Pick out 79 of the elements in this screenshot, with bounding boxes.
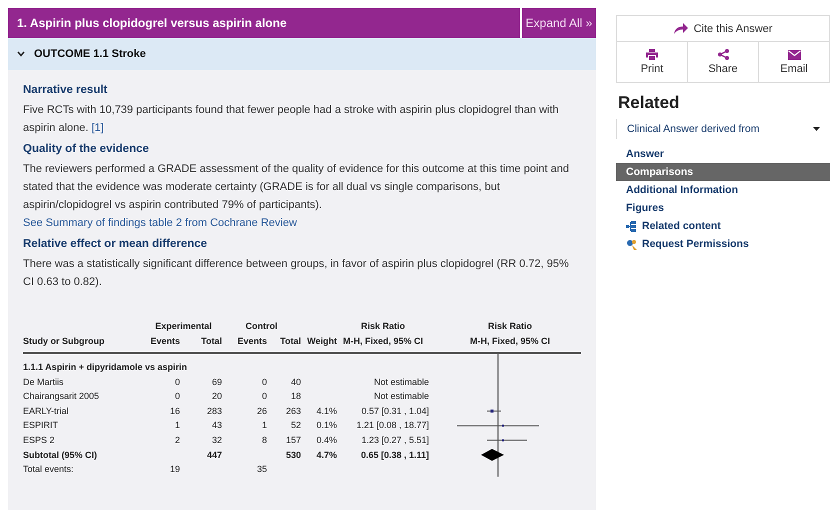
table-cell-text: 69 (210, 376, 222, 389)
section-title: 1. Aspirin plus clopidogrel versus aspirin alone (16, 15, 288, 32)
share-icon (718, 49, 728, 60)
column-header: Total (279, 336, 301, 346)
table-cell-text: 40 (290, 376, 301, 389)
column-group-header: Experimental (154, 321, 213, 331)
table-cell-text: 43 (210, 419, 222, 432)
table-cell-text: 2 (174, 434, 180, 447)
chevron-icon (17, 51, 25, 57)
study-name: Total events: (23, 463, 75, 476)
study-name: Subtotal (95% CI) (23, 448, 98, 462)
table-cell-text: 19 (168, 463, 180, 476)
study-name: EARLY-trial (23, 404, 70, 418)
table-cell-text: 1 (260, 419, 267, 432)
table-cell-text: 0.1% (315, 419, 337, 432)
reference-link[interactable]: [1] (92, 122, 104, 134)
printer-icon (646, 49, 658, 60)
table-cell-text: 20 (210, 390, 222, 404)
study-name: Chairangsarit 2005 (23, 390, 100, 404)
table-cell-text: 26 (256, 404, 267, 418)
nav-link[interactable]: Related content (616, 217, 830, 235)
table-cell-text: 32 (210, 434, 222, 447)
column-group-header: Risk Ratio (360, 321, 406, 331)
column-header: Total (200, 336, 222, 346)
nav-link[interactable]: Comparisons (616, 163, 830, 181)
table-cell-text: 263 (284, 404, 301, 418)
section-heading: Quality of the evidence (23, 143, 150, 155)
table-cell-text: 8 (260, 434, 267, 447)
table-cell-text: 1.21 [0.08 , 18.77] (355, 419, 429, 432)
table-cell-text: 0 (260, 390, 267, 404)
section-heading: Relative effect or mean difference (23, 238, 208, 250)
subgroup-heading: 1.1.1 Aspirin + dipyridamole vs aspirin (23, 361, 188, 374)
table-cell-text: 447 (206, 448, 222, 462)
table-cell-text: 157 (284, 434, 301, 447)
study-name: ESPS 2 (23, 434, 56, 447)
table-cell-text: 35 (256, 463, 267, 476)
hierarchy-icon (626, 220, 637, 232)
paragraph-text: There was a statistically significant difference between groups, in favor of aspirin plus clopidogrel (RR 0.72, 95% CI 0.63 to 0.82). (23, 257, 570, 290)
table-cell-text: 530 (284, 448, 301, 462)
paragraph-text: The reviewers performed a GRADE assessment of the quality of evidence for this outcome at this time point and stated that the evidence was moderate certainty (GRADE is for all dual vs single comparisons, but aspirin/clopidogrel vs aspirin contributed 79% of participants). See Summary of findings table 2 from Cochrane Review (23, 162, 570, 231)
section-heading: Narrative result (23, 84, 108, 96)
table-cell-text: 0.57 [0.31 , 1.04] (360, 404, 429, 418)
caret-icon (813, 127, 820, 131)
table-cell-text: 1 (174, 419, 180, 432)
table-cell-text: Not estimable (372, 390, 429, 404)
column-header: M-H, Fixed, 95% CI (468, 336, 551, 346)
table-cell-text: 0 (260, 376, 267, 389)
column-group-header: Control (244, 321, 278, 331)
envelope-icon (788, 50, 800, 60)
share-arrow-icon (674, 23, 688, 34)
column-header: Events (149, 336, 180, 346)
column-header: Study or Subgroup (23, 336, 106, 346)
table-cell-text: 0 (174, 390, 180, 404)
outcome-toggle[interactable]: OUTCOME 1.1 Stroke (17, 48, 146, 60)
column-header: Weight (306, 336, 337, 346)
table-cell-text: 52 (290, 419, 301, 432)
table-cell-text: 283 (206, 404, 222, 418)
table-cell-text: 18 (290, 390, 301, 404)
table-cell-text: 4.1% (315, 404, 337, 418)
permissions-icon (626, 238, 637, 250)
column-header: Events (236, 336, 267, 346)
table-cell-text: 0.65 [0.38 , 1.11] (360, 448, 429, 462)
reference-link[interactable]: See Summary of findings table 2 from Cochrane Review (23, 217, 297, 229)
nav-link[interactable]: Answer (616, 145, 830, 163)
table-cell-text: 1.23 [0.27 , 5.51] (360, 434, 429, 447)
study-name: ESPIRIT (23, 419, 60, 432)
column-header: M-H, Fixed, 95% CI (342, 336, 424, 346)
table-cell-text: 0.4% (315, 434, 337, 447)
nav-link[interactable]: Additional Information (616, 181, 830, 199)
column-group-header: Risk Ratio (486, 321, 533, 331)
related-heading: Related (618, 93, 680, 113)
nav-link[interactable]: Figures (616, 199, 830, 217)
paragraph-text: Five RCTs with 10,739 participants found that fewer people had a stroke with aspirin plus clopidogrel than with aspirin alone. [1] (23, 103, 560, 136)
table-cell-text: 0 (174, 376, 180, 389)
table-cell-text: Not estimable (372, 376, 429, 389)
table-cell-text: 16 (168, 404, 180, 418)
study-name: De Martiis (23, 376, 65, 389)
nav-link[interactable]: Request Permissions (616, 235, 830, 253)
table-cell-text: 4.7% (315, 448, 337, 462)
